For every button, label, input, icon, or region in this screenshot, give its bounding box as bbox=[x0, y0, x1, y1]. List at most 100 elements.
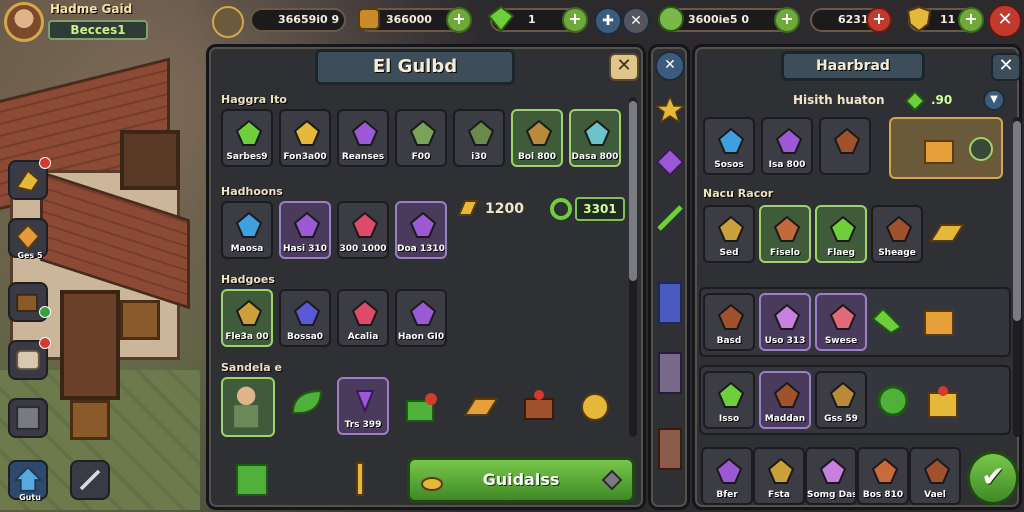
star-icon[interactable] bbox=[655, 95, 685, 125]
inventory-slot[interactable]: Flaeg bbox=[815, 205, 867, 263]
close-button[interactable]: ✕ bbox=[609, 53, 639, 81]
inventory-slot[interactable]: Sed bbox=[703, 205, 755, 263]
item-icon bbox=[773, 215, 801, 242]
inventory-slot[interactable]: Vael bbox=[909, 447, 961, 505]
inventory-slot[interactable]: i30 bbox=[453, 109, 505, 167]
hero-portrait[interactable] bbox=[221, 377, 275, 437]
settings-button[interactable]: ✕ bbox=[622, 7, 650, 35]
gold-ingot-icon bbox=[463, 398, 499, 416]
inventory-slot[interactable]: Maosa bbox=[221, 201, 273, 259]
inventory-slot[interactable]: Swese bbox=[815, 293, 867, 351]
inventory-slot[interactable]: Hasi 310 bbox=[279, 201, 331, 259]
add-currency-button[interactable]: + bbox=[774, 7, 800, 33]
green-gem-icon bbox=[905, 91, 925, 111]
scroll-thumb[interactable] bbox=[629, 101, 637, 281]
inventory-slot[interactable]: Sosos bbox=[703, 117, 755, 175]
confirm-button[interactable]: ✔ bbox=[967, 451, 1019, 505]
inventory-slot[interactable]: Bol 800 bbox=[511, 109, 563, 167]
warrior-portrait-icon[interactable] bbox=[655, 423, 685, 473]
add-currency-button[interactable]: + bbox=[562, 7, 588, 33]
player-avatar[interactable] bbox=[4, 2, 44, 42]
inventory-slot[interactable]: Somg Das bbox=[805, 447, 857, 505]
golden-key-icon[interactable] bbox=[345, 457, 375, 501]
inventory-slot[interactable]: F00 bbox=[395, 109, 447, 167]
hero-icon bbox=[234, 386, 259, 428]
inventory-slot[interactable]: Sheage bbox=[871, 205, 923, 263]
slot-label: Fiselo bbox=[770, 248, 800, 258]
currency-pill: 11 + bbox=[906, 5, 984, 33]
inventory-slot[interactable]: 300 1000 bbox=[337, 201, 389, 259]
slot-label: F00 bbox=[411, 152, 431, 162]
section-label: Hadhoons bbox=[221, 185, 283, 198]
item-icon bbox=[871, 457, 899, 484]
guild-avatar[interactable] bbox=[212, 6, 244, 38]
scrollbar[interactable] bbox=[629, 97, 637, 437]
inventory-slot[interactable]: Bossa0 bbox=[279, 289, 331, 347]
inventory-slot[interactable]: Fon3a00 bbox=[279, 109, 331, 167]
item-icon bbox=[717, 303, 745, 330]
item-icon bbox=[775, 127, 803, 154]
sidebar-item-map[interactable] bbox=[8, 398, 48, 438]
inventory-slot[interactable]: Haon GI0 bbox=[395, 289, 447, 347]
sword-icon[interactable] bbox=[655, 203, 685, 233]
sidebar-item-home[interactable]: Gutu bbox=[8, 460, 48, 502]
gift-box-icon bbox=[924, 140, 954, 164]
scroll-thumb[interactable] bbox=[1013, 121, 1021, 321]
close-icon[interactable]: ✕ bbox=[655, 51, 685, 81]
inventory-slot[interactable]: Fle3a 00 bbox=[221, 289, 273, 347]
coin-stack-icon bbox=[421, 477, 443, 491]
inventory-slot[interactable]: Isa 800 bbox=[761, 117, 813, 175]
green-leaf-icon bbox=[291, 389, 323, 415]
item-icon bbox=[829, 381, 857, 408]
inventory-slot[interactable]: Reanses bbox=[337, 109, 389, 167]
resource-icon[interactable]: ✚ bbox=[594, 7, 622, 35]
item-icon bbox=[409, 211, 437, 238]
sidebar-item-gems[interactable]: Ges 5 bbox=[8, 218, 48, 260]
inventory-slot[interactable]: Fiselo bbox=[759, 205, 811, 263]
currency-value: 366000 bbox=[386, 13, 432, 26]
item-icon bbox=[293, 119, 321, 146]
slot-label: Bfer bbox=[716, 490, 738, 500]
inventory-slot[interactable]: Doa 1310 bbox=[395, 201, 447, 259]
info-button[interactable]: ▼ bbox=[983, 89, 1005, 111]
sidebar-item-scroll[interactable] bbox=[8, 337, 51, 380]
item-icon bbox=[885, 215, 913, 242]
add-currency-button[interactable]: + bbox=[958, 7, 984, 33]
close-button[interactable]: ✕ bbox=[991, 53, 1021, 81]
add-currency-button[interactable]: + bbox=[446, 7, 472, 33]
hero-portrait-icon[interactable] bbox=[655, 347, 685, 397]
close-icon[interactable]: ✕ bbox=[988, 4, 1022, 38]
inventory-slot[interactable]: Isso bbox=[703, 371, 755, 429]
item-icon bbox=[351, 211, 379, 238]
inventory-slot[interactable]: Bos 810 bbox=[857, 447, 909, 505]
sword-icon bbox=[79, 469, 101, 491]
guild-panel: El Gulbd ✕ Haggra Ito Sarbes9 Fon3a00 Rean… bbox=[206, 44, 646, 510]
inventory-slot[interactable]: Basd bbox=[703, 293, 755, 351]
sidebar-item-battle[interactable] bbox=[70, 460, 110, 500]
item-icon bbox=[717, 381, 745, 408]
guild-action-button[interactable]: Guidalss bbox=[407, 457, 635, 503]
notification-badge bbox=[39, 337, 51, 349]
inventory-slot[interactable] bbox=[819, 117, 871, 175]
inventory-slot[interactable]: Bfer bbox=[701, 447, 753, 505]
amulet-icon bbox=[355, 390, 375, 414]
currency-value: 36659i0 9 bbox=[278, 13, 340, 26]
inventory-slot[interactable]: Uso 313 bbox=[759, 293, 811, 351]
add-currency-button[interactable]: + bbox=[866, 7, 892, 33]
green-chest-icon[interactable] bbox=[231, 457, 275, 501]
inventory-slot[interactable]: Gss 59 bbox=[815, 371, 867, 429]
sidebar-item-gold[interactable] bbox=[8, 157, 51, 200]
inventory-slot[interactable]: Acalia bbox=[337, 289, 389, 347]
inventory-slot[interactable]: Fsta bbox=[753, 447, 805, 505]
wizard-icon[interactable] bbox=[655, 277, 685, 327]
inventory-slot[interactable]: Dasa 800 bbox=[569, 109, 621, 167]
section-label: Sandela e bbox=[221, 361, 282, 374]
gold-bar-icon bbox=[457, 200, 479, 216]
inventory-slot[interactable]: Trs 399 bbox=[337, 377, 389, 435]
gem-icon[interactable] bbox=[655, 147, 685, 177]
inventory-slot[interactable]: Maddan bbox=[759, 371, 811, 429]
inventory-slot[interactable]: Sarbes9 bbox=[221, 109, 273, 167]
featured-slot[interactable] bbox=[889, 117, 1003, 179]
scrollbar[interactable] bbox=[1013, 117, 1021, 437]
sidebar-item-chest[interactable] bbox=[8, 282, 51, 322]
